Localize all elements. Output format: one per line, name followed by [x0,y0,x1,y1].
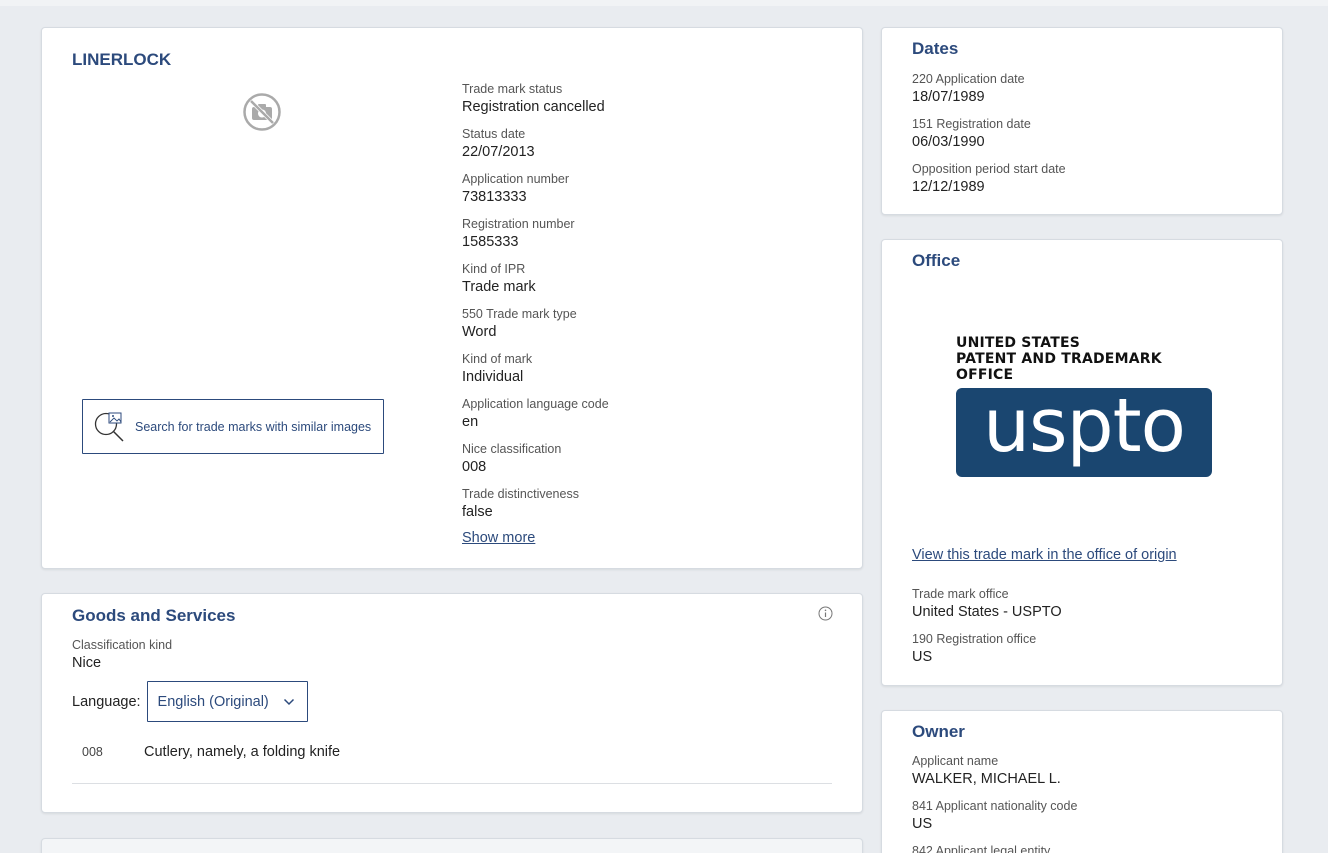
image-search-icon [94,412,124,442]
no-camera-icon [243,93,281,131]
chevron-down-icon [283,698,294,705]
similar-images-search-button[interactable]: Search for trade marks with similar imag… [82,399,384,454]
next-section-card [41,838,863,853]
language-select-value: English (Original) [157,693,269,710]
field-label: Trade mark status [462,82,563,96]
field-value: United States - USPTO [912,604,1062,620]
field-value: 06/03/1990 [912,134,985,150]
language-label: Language: [72,693,141,710]
field-trade-mark-type: 550 Trade mark type Word [462,306,577,341]
field-value: Registration cancelled [462,99,605,115]
field-value: 12/12/1989 [912,179,985,195]
field-label: 550 Trade mark type [462,307,577,321]
field-label: 190 Registration office [912,632,1037,646]
field-registration-number: Registration number 1585333 [462,216,575,251]
field-value: WALKER, MICHAEL L. [912,771,1061,787]
field-status-date: Status date 22/07/2013 [462,126,535,161]
office-of-origin-link[interactable]: View this trade mark in the office of or… [912,547,1177,563]
similar-images-search-label: Search for trade marks with similar imag… [135,419,372,434]
field-value: en [462,414,479,430]
top-bar [0,0,1328,6]
field-applicant-legal-entity: 842 Applicant legal entity [912,843,1050,853]
field-application-date: 220 Application date 18/07/1989 [912,71,1025,106]
info-icon[interactable] [818,606,833,621]
language-select[interactable]: English (Original) [146,681,308,722]
show-more-link[interactable]: Show more [462,530,535,546]
office-title: Office [912,251,961,270]
field-opposition-start-date: Opposition period start date 12/12/1989 [912,161,1066,196]
field-label: 842 Applicant legal entity [912,844,1051,853]
field-label: 151 Registration date [912,117,1031,131]
field-trade-mark-office: Trade mark office United States - USPTO [912,586,1062,621]
field-label: Status date [462,127,526,141]
goods-services-row: 008 Cutlery, namely, a folding knife [72,739,832,784]
field-label: 841 Applicant nationality code [912,799,1078,813]
uspto-logo: UNITED STATES PATENT AND TRADEMARK OFFIC… [956,335,1212,477]
logo-wordmark-box: uspto [956,388,1212,477]
language-row: Language: English (Original) [72,681,308,722]
field-registration-date: 151 Registration date 06/03/1990 [912,116,1031,151]
field-application-language-code: Application language code en [462,396,609,431]
field-value: US [912,649,933,665]
owner-title: Owner [912,722,965,741]
field-label: Opposition period start date [912,162,1066,176]
field-label: 220 Application date [912,72,1025,86]
field-label: Trade distinctiveness [462,487,579,501]
field-value: Trade mark [462,279,536,295]
field-label: Registration number [462,217,575,231]
field-value: 22/07/2013 [462,144,535,160]
field-trade-distinctiveness: Trade distinctiveness false [462,486,579,521]
field-kind-of-mark: Kind of mark Individual [462,351,532,386]
dates-title: Dates [912,39,959,58]
dates-card: Dates 220 Application date 18/07/1989 15… [881,27,1283,215]
goods-and-services-card: Goods and Services Classification kind N… [41,593,863,813]
logo-line-1: UNITED STATES [956,335,1080,351]
goods-title: Goods and Services [72,606,236,625]
field-label: Kind of IPR [462,262,526,276]
field-value: 1585333 [462,234,519,250]
field-label: Application language code [462,397,609,411]
field-value: Nice [72,655,102,671]
field-nice-classification: Nice classification 008 [462,441,561,476]
field-kind-of-ipr: Kind of IPR Trade mark [462,261,536,296]
field-registration-office: 190 Registration office US [912,631,1036,666]
field-label: Applicant name [912,754,999,768]
goods-class-number: 008 [82,745,103,759]
field-applicant-nationality: 841 Applicant nationality code US [912,798,1077,833]
goods-description: Cutlery, namely, a folding knife [144,744,341,760]
field-value: 18/07/1989 [912,89,985,105]
trademark-summary-card: LINERLOCK Search for trade marks with si… [41,27,863,569]
field-trade-mark-status: Trade mark status Registration cancelled [462,81,605,116]
field-label: Application number [462,172,570,186]
field-value: 008 [462,459,487,475]
logo-wordmark: uspto [983,382,1186,469]
field-value: 73813333 [462,189,527,205]
field-value: false [462,504,493,520]
field-value: US [912,816,933,832]
field-label: Classification kind [72,638,173,652]
office-card: Office UNITED STATES PATENT AND TRADEMAR… [881,239,1283,686]
field-application-number: Application number 73813333 [462,171,569,206]
field-classification-kind: Classification kind Nice [72,637,172,672]
logo-line-2: PATENT AND TRADEMARK OFFICE [956,351,1162,383]
trademark-title: LINERLOCK [72,50,172,69]
field-label: Kind of mark [462,352,533,366]
owner-card: Owner Applicant name WALKER, MICHAEL L. … [881,710,1283,853]
field-label: Trade mark office [912,587,1009,601]
field-applicant-name: Applicant name WALKER, MICHAEL L. [912,753,1061,788]
field-label: Nice classification [462,442,562,456]
field-value: Word [462,324,497,340]
field-value: Individual [462,369,524,385]
